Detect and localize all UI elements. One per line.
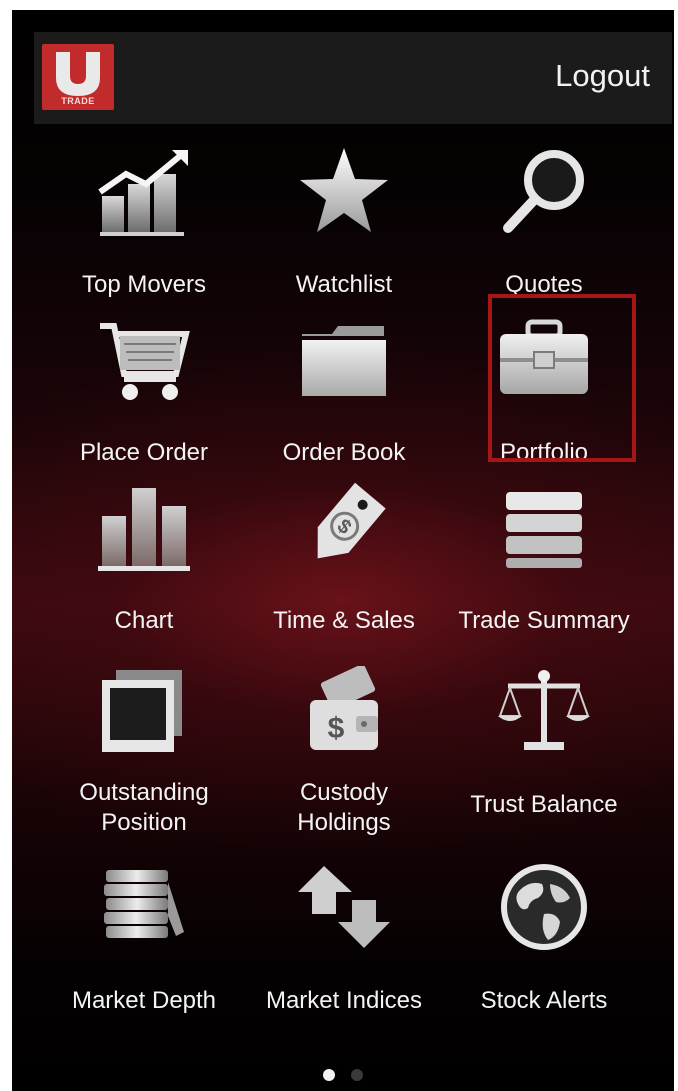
- menu-item-custody-holdings[interactable]: $ Custody Holdings: [238, 666, 450, 836]
- price-tag-icon: $: [317, 482, 386, 559]
- menu-item-watchlist[interactable]: Watchlist: [238, 146, 450, 298]
- globe-icon: [501, 864, 587, 950]
- menu-label: Market Depth: [71, 987, 217, 1014]
- menu-item-stock-alerts[interactable]: Stock Alerts: [438, 862, 650, 1014]
- menu-item-top-movers[interactable]: Top Movers: [38, 146, 250, 298]
- stack-icon: [506, 492, 582, 568]
- menu-item-time-sales[interactable]: $ Time & Sales: [238, 482, 450, 634]
- arrows-icon: [298, 866, 390, 948]
- trend-chart-icon: [98, 150, 188, 236]
- cart-icon: [100, 323, 190, 400]
- menu-item-outstanding-position[interactable]: Outstanding Position: [38, 666, 250, 836]
- menu-item-place-order[interactable]: Place Order: [38, 314, 250, 466]
- menu-item-market-depth[interactable]: Market Depth: [38, 862, 250, 1014]
- portfolio-highlight-box: [488, 294, 636, 462]
- menu-label: Custody Holdings: [297, 779, 391, 836]
- menu-item-chart[interactable]: Chart: [38, 482, 250, 634]
- menu-label: Order Book: [282, 439, 406, 466]
- svg-text:$: $: [328, 712, 345, 745]
- magnifier-icon: [503, 150, 584, 233]
- menu-label: Watchlist: [295, 271, 393, 298]
- menu-item-trust-balance[interactable]: Trust Balance: [438, 666, 650, 818]
- menu-item-trade-summary[interactable]: Trade Summary: [438, 482, 650, 634]
- photo-stack-icon: [102, 670, 182, 752]
- bar-chart-icon: [98, 488, 190, 571]
- menu-label: Outstanding Position: [79, 779, 209, 836]
- app-screen: TRADE Logout Top Movers Watchlist Quotes…: [12, 10, 674, 1091]
- menu-item-market-indices[interactable]: Market Indices: [238, 862, 450, 1014]
- wallet-icon: $: [310, 666, 378, 750]
- folder-icon: [302, 326, 386, 396]
- menu-label: Stock Alerts: [480, 987, 608, 1014]
- page-indicator[interactable]: [12, 1068, 674, 1086]
- menu-grid: Top Movers Watchlist Quotes Place Order …: [12, 10, 674, 1091]
- page-dot-inactive[interactable]: [351, 1069, 363, 1081]
- menu-label: Top Movers: [81, 271, 207, 298]
- menu-item-quotes[interactable]: Quotes: [438, 146, 650, 298]
- page-dot-active[interactable]: [323, 1069, 335, 1081]
- menu-label: Place Order: [79, 439, 209, 466]
- menu-label: Market Indices: [265, 987, 423, 1014]
- menu-item-order-book[interactable]: Order Book: [238, 314, 450, 466]
- scale-icon: [498, 670, 590, 750]
- coin-stack-icon: [104, 870, 184, 938]
- menu-label: Time & Sales: [273, 607, 415, 634]
- star-icon: [300, 148, 388, 232]
- menu-label: Trust Balance: [470, 791, 618, 818]
- menu-label: Chart: [114, 607, 174, 634]
- menu-label: Trade Summary: [458, 607, 630, 634]
